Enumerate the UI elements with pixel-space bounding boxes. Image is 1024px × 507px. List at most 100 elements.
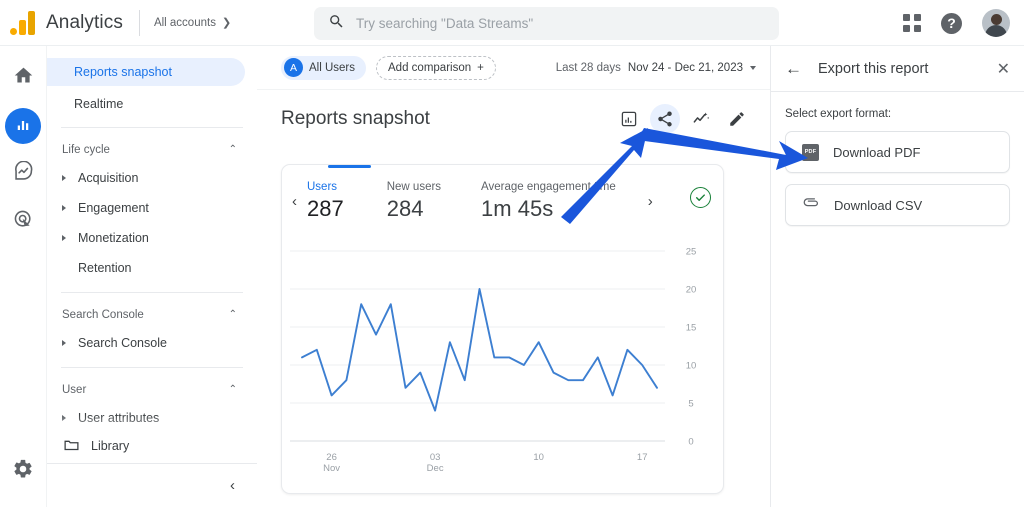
- report-title-row: Reports snapshot: [257, 90, 770, 134]
- sidebar-item-realtime[interactable]: Realtime: [47, 90, 257, 118]
- export-panel-body: Select export format: PDF Download PDF D…: [771, 92, 1024, 226]
- share-report-button[interactable]: [650, 104, 680, 134]
- insights-button[interactable]: [686, 104, 716, 134]
- status-badge: [690, 187, 711, 208]
- apps-grid-icon[interactable]: [903, 14, 921, 32]
- sidebar-group-label: User: [62, 384, 86, 396]
- close-icon[interactable]: ✕: [997, 59, 1010, 79]
- segment-chip-all-users[interactable]: A All Users: [281, 56, 366, 80]
- sidebar-item-acquisition[interactable]: Acquisition: [47, 163, 257, 193]
- download-pdf-button[interactable]: PDF Download PDF: [785, 131, 1010, 173]
- sidebar-item-label: Engagement: [78, 201, 149, 215]
- metric-label: Average engagement time: [481, 181, 616, 193]
- date-preset-label: Last 28 days: [556, 62, 621, 74]
- rail-item-advertising[interactable]: [5, 204, 41, 240]
- metric-label: Users: [307, 181, 344, 193]
- next-metric-button[interactable]: ›: [638, 175, 659, 210]
- add-comparison-button[interactable]: Add comparison +: [376, 56, 496, 80]
- search-bar[interactable]: [314, 7, 779, 40]
- metric-users[interactable]: Users 287: [307, 175, 344, 222]
- svg-text:0: 0: [688, 437, 693, 448]
- sidebar-item-retention[interactable]: Retention: [47, 253, 257, 283]
- export-panel-header: ← Export this report ✕: [771, 46, 1024, 92]
- sidebar-item-label: Acquisition: [78, 171, 138, 185]
- triangle-right-icon: [62, 175, 66, 181]
- plus-icon: +: [477, 62, 484, 74]
- rail-item-reports[interactable]: [5, 108, 41, 144]
- svg-text:17: 17: [637, 452, 648, 463]
- date-range-label: Nov 24 - Dec 21, 2023: [628, 62, 743, 74]
- sidebar-group-life-cycle[interactable]: Life cycle ⌃: [47, 137, 257, 163]
- chevron-up-icon: ⌃: [229, 145, 237, 155]
- search-icon: [328, 13, 345, 35]
- metric-new-users[interactable]: New users 284: [387, 175, 441, 222]
- metric-label: New users: [387, 181, 441, 193]
- chevron-down-icon: [750, 66, 756, 70]
- add-comparison-label: Add comparison: [388, 62, 471, 74]
- export-format-label: Select export format:: [785, 108, 1010, 120]
- search-input[interactable]: [356, 16, 779, 31]
- all-accounts-label: All accounts: [154, 17, 216, 29]
- sidebar-item-engagement[interactable]: Engagement: [47, 193, 257, 223]
- sidebar-group-label: Search Console: [62, 309, 144, 321]
- sidebar-item-library[interactable]: Library: [47, 431, 257, 461]
- metric-average-engagement-time[interactable]: Average engagement time 1m 45s: [481, 175, 616, 222]
- svg-text:10: 10: [686, 361, 697, 372]
- svg-text:25: 25: [686, 247, 697, 258]
- sidebar-item-label: Library: [91, 439, 129, 453]
- previous-metric-button[interactable]: ‹: [282, 175, 303, 210]
- sidebar-group-search-console[interactable]: Search Console ⌃: [47, 302, 257, 328]
- svg-text:10: 10: [533, 452, 544, 463]
- sidebar-item-user-attributes[interactable]: User attributes: [47, 403, 257, 433]
- sidebar-item-reports-snapshot[interactable]: Reports snapshot: [47, 58, 245, 86]
- metrics-row: ‹ Users 287 New users 284 Average engage…: [282, 165, 723, 235]
- sidebar-item-label: Retention: [78, 261, 132, 275]
- sidebar-item-label: User attributes: [78, 411, 159, 425]
- all-accounts-link[interactable]: All accounts ❯: [154, 16, 231, 29]
- download-csv-label: Download CSV: [834, 198, 922, 213]
- triangle-right-icon: [62, 235, 66, 241]
- explore-icon: [13, 161, 34, 187]
- divider: [139, 10, 140, 36]
- svg-text:15: 15: [686, 323, 697, 334]
- svg-text:Nov: Nov: [323, 463, 340, 474]
- sidebar-divider: [61, 367, 243, 368]
- rail-item-explore[interactable]: [5, 156, 41, 192]
- sidebar-item-search-console[interactable]: Search Console: [47, 328, 257, 358]
- settings-gear-icon[interactable]: [12, 458, 34, 485]
- chart-canvas: 051015202526Nov03Dec1017: [282, 237, 725, 493]
- collapse-sidebar-button[interactable]: ‹: [230, 477, 235, 494]
- customize-report-button[interactable]: [614, 104, 644, 134]
- chevron-up-icon: ⌃: [229, 385, 237, 395]
- export-report-panel: ← Export this report ✕ Select export for…: [770, 46, 1024, 507]
- edit-report-button[interactable]: [722, 104, 752, 134]
- active-metric-indicator: [328, 165, 371, 168]
- sidebar-item-label: Reports snapshot: [74, 65, 172, 79]
- overview-card: ‹ Users 287 New users 284 Average engage…: [281, 164, 724, 494]
- svg-text:Dec: Dec: [427, 463, 444, 474]
- main-content: A All Users Add comparison + Last 28 day…: [257, 46, 770, 507]
- icon-rail: [0, 46, 47, 507]
- pdf-icon: PDF: [802, 144, 819, 161]
- report-actions: [614, 104, 752, 134]
- brand-title: Analytics: [46, 12, 123, 34]
- help-icon[interactable]: ?: [941, 13, 962, 34]
- reports-bar-chart-icon: [14, 115, 32, 138]
- metric-value: 284: [387, 196, 441, 222]
- report-controls-bar: A All Users Add comparison + Last 28 day…: [257, 46, 770, 90]
- svg-text:26: 26: [326, 452, 337, 463]
- triangle-right-icon: [62, 340, 66, 346]
- download-csv-button[interactable]: Download CSV: [785, 184, 1010, 226]
- date-range-picker[interactable]: Last 28 days Nov 24 - Dec 21, 2023: [556, 62, 756, 74]
- back-arrow-icon[interactable]: ←: [785, 59, 802, 79]
- sidebar-item-label: Monetization: [78, 231, 149, 245]
- sidebar-group-user[interactable]: User ⌃: [47, 377, 257, 403]
- analytics-app: Analytics All accounts ❯ ?: [0, 0, 1024, 507]
- rail-item-home[interactable]: [5, 60, 41, 96]
- segment-avatar: A: [284, 58, 303, 77]
- top-bar-actions: ?: [903, 0, 1010, 46]
- metric-value: 1m 45s: [481, 196, 616, 222]
- chevron-right-icon: ❯: [222, 16, 231, 29]
- sidebar-item-monetization[interactable]: Monetization: [47, 223, 257, 253]
- avatar[interactable]: [982, 9, 1010, 37]
